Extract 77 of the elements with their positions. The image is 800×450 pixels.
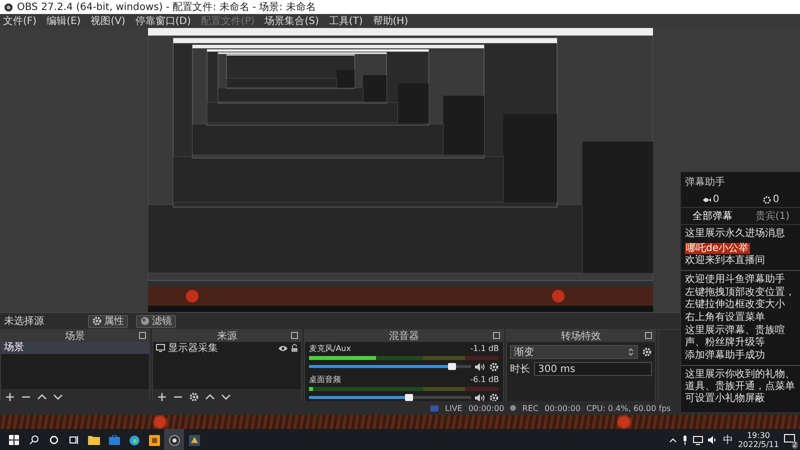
menu-item[interactable]: 工具(T) [328, 14, 363, 28]
menu-item[interactable]: 帮助(H) [372, 14, 408, 28]
undock-icon[interactable] [139, 332, 146, 339]
entry-message: 这里展示永久进场消息 [685, 228, 786, 240]
rec-label: REC [522, 404, 538, 412]
chat-tab[interactable]: 贵宾(1) [755, 209, 790, 223]
cpu-fps-readout: CPU: 0.4%, 60.00 fps [586, 404, 671, 412]
no-source-selected-label: 未选择源 [4, 314, 45, 328]
properties-button[interactable]: 属性 [88, 314, 128, 328]
dock-title: 混音器 [389, 330, 419, 343]
counter-value: 0 [772, 194, 780, 205]
window-title: OBS 27.2.4 (64-bit, windows) - 配置文件: 未命名 - 场景: 未命名 [17, 0, 316, 14]
duration-label: 时长 [510, 362, 530, 376]
menu-item[interactable]: 文件(F) [3, 14, 37, 28]
speaker-icon[interactable] [475, 394, 485, 402]
live-icon [430, 404, 439, 412]
record-dot-icon [510, 405, 516, 411]
spinner-arrows-icon[interactable] [628, 348, 634, 356]
lock-icon[interactable] [291, 344, 298, 352]
live-timer: 00:00:00 [468, 404, 504, 412]
chevron-up-icon[interactable] [668, 437, 677, 443]
microphone-icon[interactable] [682, 435, 688, 445]
scene-item[interactable]: 场景 [1, 342, 149, 354]
gear-icon[interactable] [92, 316, 102, 326]
filters-button[interactable]: 滤镜 [136, 314, 176, 328]
menu-item[interactable]: 视图(V) [90, 14, 126, 28]
clock[interactable]: 19:30 2022/5/11 [738, 431, 779, 449]
monitor-icon [156, 344, 165, 352]
dock-title: 转场特效 [561, 330, 601, 343]
move-up-icon[interactable] [205, 392, 215, 402]
counter-value: 0 [712, 194, 720, 205]
settings-icon[interactable] [489, 362, 499, 372]
add-icon[interactable] [5, 392, 15, 402]
move-down-icon[interactable] [221, 392, 231, 402]
speaker-icon[interactable] [475, 362, 485, 370]
notice-text: 右上角有设置菜单 [685, 312, 766, 324]
rec-timer: 00:00:00 [544, 404, 580, 412]
welcome-message: 欢迎来到本直播间 [685, 255, 765, 267]
undock-icon[interactable] [493, 332, 500, 339]
gift-notice: 这里展示你收到的礼物、道具、贵族开通，点菜单可设置小礼物屏蔽 [685, 369, 796, 405]
move-down-icon[interactable] [53, 392, 63, 402]
filter-icon [140, 316, 150, 326]
app-logo-icon [4, 2, 13, 12]
slider-thumb[interactable] [405, 394, 414, 401]
fish-icon [702, 196, 711, 204]
live-label: LIVE [445, 404, 462, 412]
volume-reading: -1.1 dB [470, 344, 499, 353]
chat-tab[interactable]: 全部弹幕 [692, 209, 732, 223]
transition-dropdown[interactable]: 渐变 [510, 345, 638, 359]
eye-icon[interactable] [278, 344, 288, 352]
dock-title: 来源 [217, 330, 237, 343]
volume-slider[interactable] [309, 396, 471, 399]
volume-icon[interactable] [708, 436, 718, 444]
move-up-icon[interactable] [37, 392, 47, 402]
channel-name: 麦克风/Aux [309, 343, 351, 354]
settings-icon[interactable] [489, 392, 499, 402]
input-method-indicator[interactable]: 中 [722, 433, 733, 447]
user-name: 哪吒de小公举 [685, 243, 750, 254]
notice-text: 左键拖拽顶部改变位置，左键拉伸边框改变大小 [685, 287, 796, 311]
channel-name: 桌面音频 [309, 374, 341, 385]
undock-icon[interactable] [645, 332, 652, 339]
settings-icon[interactable] [189, 392, 199, 402]
add-icon[interactable] [157, 392, 167, 402]
recorder-app-icon[interactable] [164, 429, 184, 450]
overlay-title: 弹幕助手 [684, 176, 726, 190]
slider-thumb[interactable] [448, 363, 456, 370]
notice-text: 添加弹幕助手成功 [685, 350, 766, 362]
dock-title: 场景 [65, 330, 85, 343]
undock-icon[interactable] [291, 332, 298, 339]
menu-item[interactable]: 停靠窗口(D) [135, 14, 191, 28]
menu-item[interactable]: 编辑(E) [46, 14, 81, 28]
notice-text: 欢迎使用斗鱼弹幕助手 [685, 274, 786, 286]
volume-reading: -6.1 dB [470, 375, 499, 384]
menu-item[interactable]: 场景集合(S) [264, 14, 319, 28]
duration-field[interactable]: 300 ms [534, 362, 652, 376]
settings-icon[interactable] [642, 347, 652, 357]
notice-text: 这里展示弹幕、贵族喧声、粉丝牌升级等 [685, 325, 786, 349]
